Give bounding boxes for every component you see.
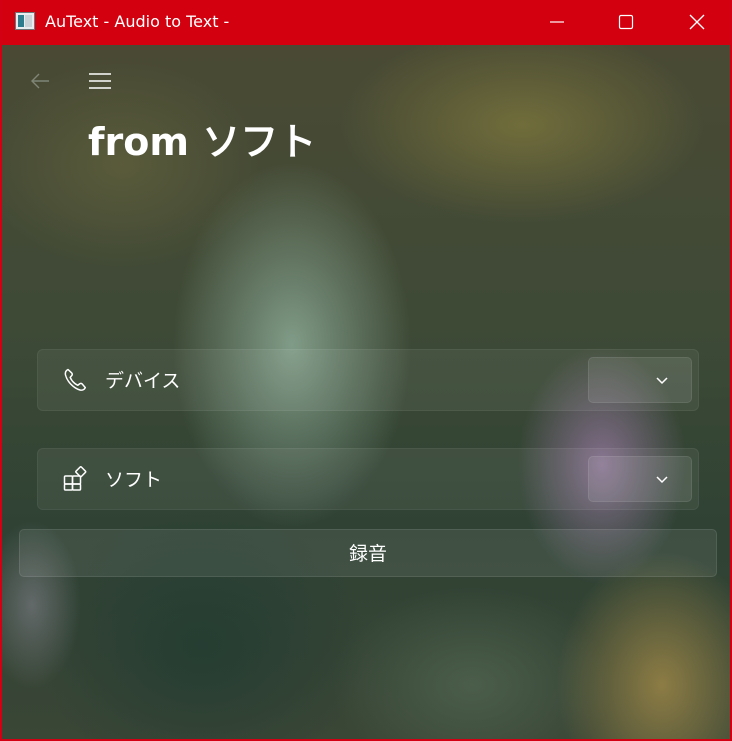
record-button[interactable]: 録音 [19,529,717,577]
record-button-label: 録音 [348,543,387,565]
minimize-icon [550,21,564,23]
menu-button[interactable] [84,66,116,96]
phone-icon [64,368,87,391]
device-setting-card: デバイス [37,349,699,411]
app-icon [15,12,35,30]
hamburger-menu-icon [89,73,111,89]
maximize-button[interactable] [603,0,649,45]
back-arrow-icon [31,73,49,89]
window-title: AuText - Audio to Text - [45,12,230,31]
soft-label: ソフト [105,469,163,491]
back-button[interactable] [26,66,56,96]
chevron-down-icon [656,476,668,484]
maximize-icon [618,14,634,30]
device-label: デバイス [105,370,181,392]
close-button[interactable] [674,0,720,45]
chevron-down-icon [656,377,668,385]
minimize-button[interactable] [534,0,580,45]
close-icon [689,14,705,30]
apps-icon [63,466,87,491]
app-window: AuText - Audio to Text - from ソフト デバイス ソ… [0,0,732,741]
soft-dropdown[interactable] [588,456,692,502]
page-title: from ソフト [88,120,317,164]
soft-setting-card: ソフト [37,448,699,510]
device-dropdown[interactable] [588,357,692,403]
title-bar[interactable]: AuText - Audio to Text - [2,0,730,45]
